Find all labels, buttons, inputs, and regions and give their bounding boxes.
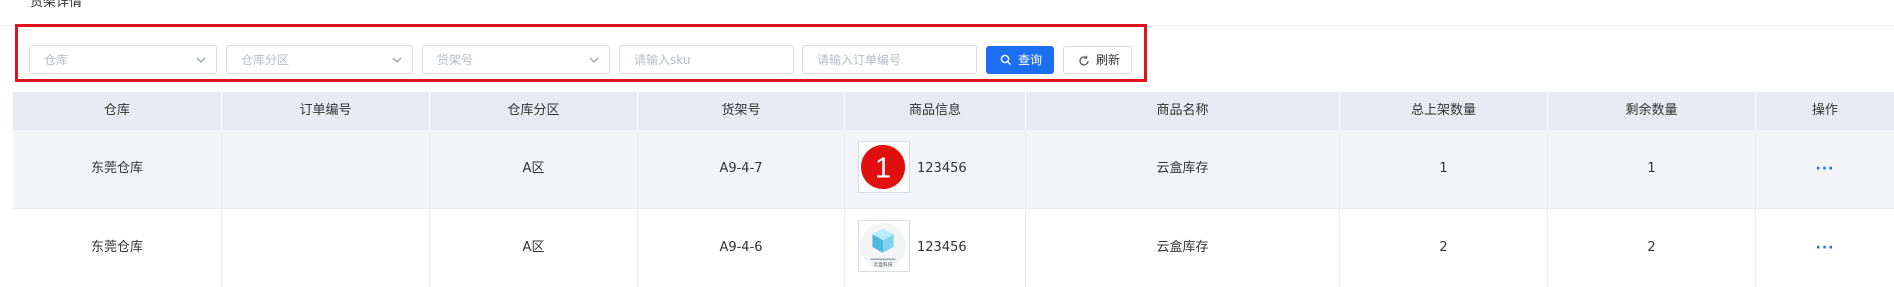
shelf-select-placeholder: 货架号	[437, 53, 474, 67]
cell-shelf: A9-4-6	[638, 209, 845, 287]
cell-product-info: 云盒科技 123456	[845, 209, 1026, 287]
column-header-shelf: 货架号	[638, 92, 845, 130]
column-header-total-qty: 总上架数量	[1340, 92, 1548, 130]
chevron-down-icon	[196, 57, 206, 63]
cell-zone: A区	[430, 130, 638, 208]
warehouse-select-placeholder: 仓库	[44, 53, 69, 67]
table-header: 仓库 订单编号 仓库分区 货架号 商品信息 商品名称 总上架数量 剩余数量 操作	[13, 92, 1894, 130]
product-sku: 123456	[917, 161, 967, 176]
svg-text:1: 1	[875, 153, 891, 185]
zone-select[interactable]: 仓库分区	[226, 45, 413, 74]
number-badge-icon: 1	[860, 144, 906, 190]
more-actions-button[interactable]: ···	[1756, 130, 1894, 208]
column-header-remaining-qty: 剩余数量	[1548, 92, 1756, 130]
cell-warehouse: 东莞仓库	[13, 209, 222, 287]
table-row: 东莞仓库 A区 A9-4-7 1 123456 云盒库存 1 1 ···	[13, 130, 1894, 208]
chevron-down-icon	[589, 57, 599, 63]
svg-text:云盒科技: 云盒科技	[873, 261, 892, 268]
product-thumbnail[interactable]: 云盒科技	[858, 220, 910, 272]
more-actions-button[interactable]: ···	[1756, 209, 1894, 287]
product-thumbnail[interactable]: 1	[858, 141, 910, 193]
column-header-zone: 仓库分区	[430, 92, 638, 130]
column-header-actions: 操作	[1811, 103, 1838, 118]
cell-total-qty: 1	[1340, 130, 1548, 208]
sku-input-placeholder: 请输入sku	[634, 53, 691, 67]
search-icon	[1000, 54, 1011, 65]
column-header-product-name: 商品名称	[1026, 92, 1340, 130]
column-header-product-info: 商品信息	[845, 92, 1026, 130]
cell-shelf: A9-4-7	[638, 130, 845, 208]
shelf-select[interactable]: 货架号	[422, 45, 610, 74]
refresh-button[interactable]: 刷新	[1063, 46, 1132, 74]
cell-product-name: 云盒库存	[1026, 130, 1340, 208]
page-title: 货架详情	[30, 0, 83, 10]
cell-total-qty: 2	[1340, 209, 1548, 287]
cell-warehouse: 东莞仓库	[13, 130, 222, 208]
cell-product-info: 1 123456	[845, 130, 1026, 208]
cell-order-number	[222, 130, 430, 208]
order-number-input-placeholder: 请输入订单编号	[817, 53, 902, 67]
sku-input[interactable]: 请输入sku	[619, 45, 794, 74]
column-header-warehouse: 仓库	[13, 92, 222, 130]
cell-order-number	[222, 209, 430, 287]
zone-select-placeholder: 仓库分区	[241, 53, 290, 67]
column-header-order-number: 订单编号	[222, 92, 430, 130]
table-row: 东莞仓库 A区 A9-4-6 云盒科技 123456 云盒库存 2 2 ···	[13, 208, 1894, 287]
query-button-label: 查询	[1018, 53, 1043, 67]
warehouse-select[interactable]: 仓库	[29, 45, 217, 74]
company-logo-icon: 云盒科技	[859, 222, 907, 270]
product-sku: 123456	[917, 240, 967, 255]
order-number-input[interactable]: 请输入订单编号	[802, 45, 977, 74]
refresh-icon	[1079, 55, 1089, 66]
cell-product-name: 云盒库存	[1026, 209, 1340, 287]
cell-zone: A区	[430, 209, 638, 287]
query-button[interactable]: 查询	[986, 46, 1054, 74]
cell-remaining-qty: 2	[1548, 209, 1756, 287]
cell-remaining-qty: 1	[1548, 130, 1756, 208]
chevron-down-icon	[392, 57, 402, 63]
refresh-button-label: 刷新	[1096, 53, 1121, 67]
